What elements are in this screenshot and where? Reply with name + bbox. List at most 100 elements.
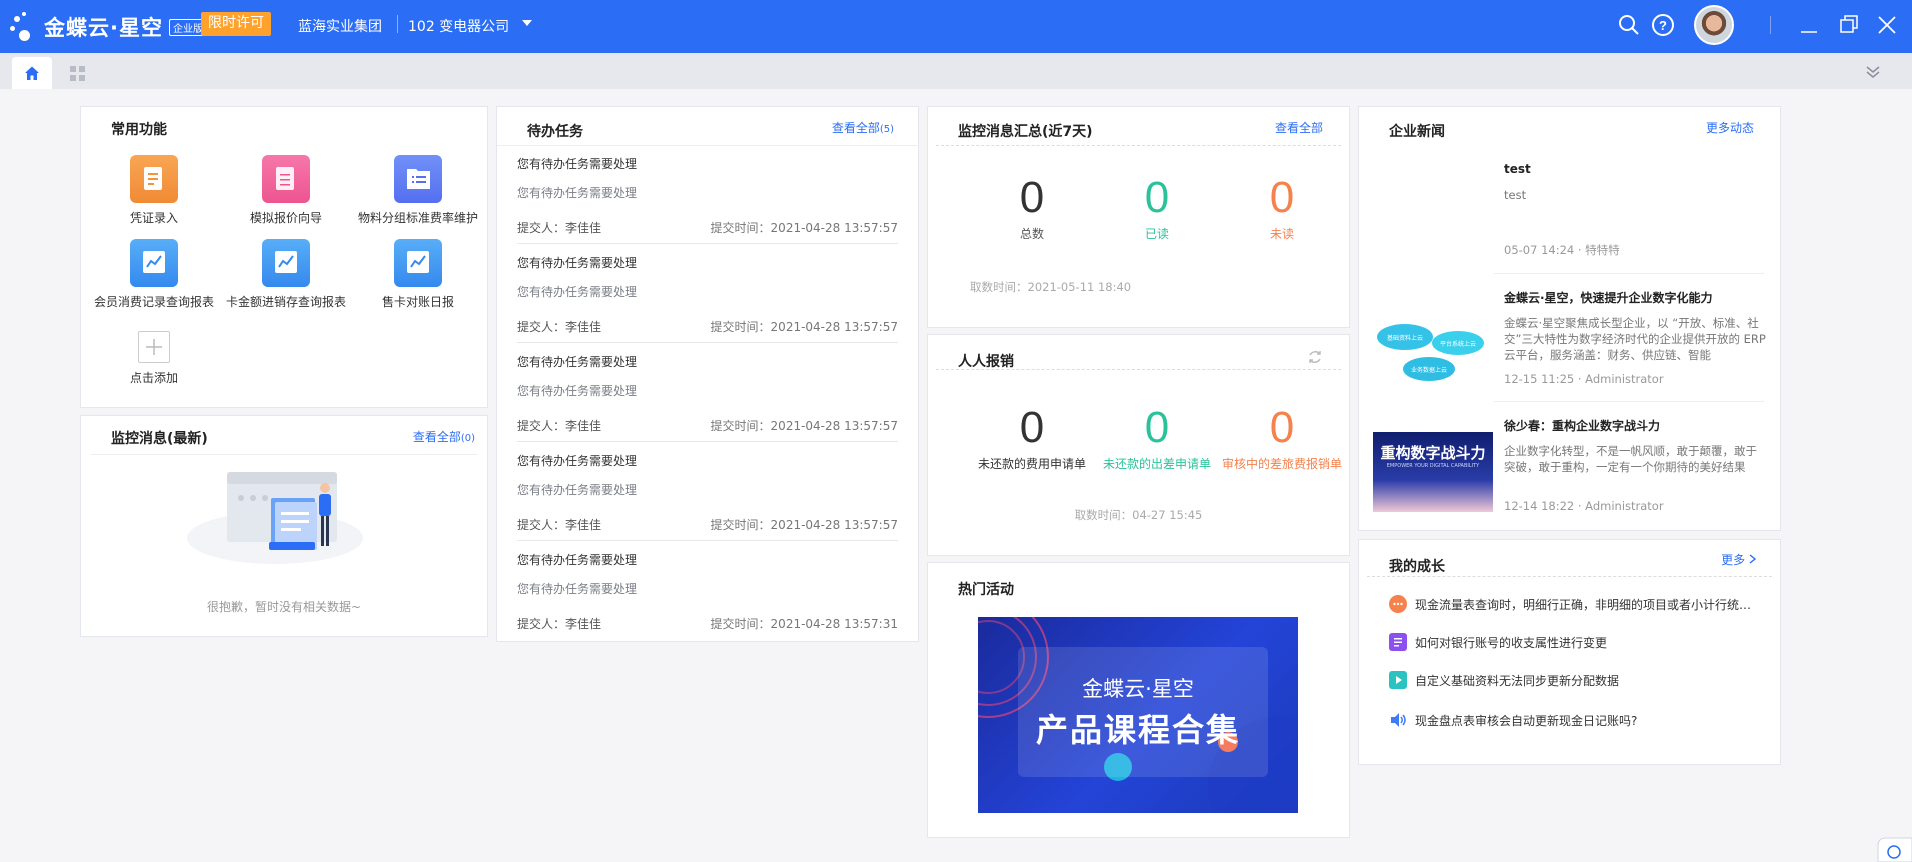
view-all-count: (0) [460,433,475,444]
task-subtitle: 您有待办任务需要处理 [517,582,638,596]
function-card-inventory-report[interactable]: 卡金额进销存查询报表 [221,239,351,310]
float-assistant-icon[interactable] [1874,836,1912,862]
view-all-link[interactable]: 查看全部 [1275,119,1323,136]
function-label: 点击添加 [129,371,178,385]
view-all-link[interactable]: 查看全部(0) [413,428,475,445]
banner-line2: 产品课程合集 [1035,711,1240,749]
task-meta: 提交人：李佳佳 提交时间：2021-04-28 13:57:31 [517,615,898,632]
chart-icon [130,239,178,287]
more-label: 更多 [1721,553,1746,567]
task-submitter: 提交人：李佳佳 [517,518,602,532]
refresh-icon[interactable] [1307,349,1323,365]
divider [397,15,398,33]
news-thumbnail[interactable]: 重构数字战斗力 EMPOWER YOUR DIGITAL CAPABILITY [1373,432,1493,512]
add-function-button[interactable]: 点击添加 [89,323,219,386]
news-title[interactable]: 金蝶云·星空，快速提升企业数字化能力 [1504,289,1713,306]
unread-count[interactable]: 0 [1222,173,1342,223]
read-count[interactable]: 0 [1097,173,1217,223]
task-title[interactable]: 您有待办任务需要处理 [517,452,637,469]
task-subtitle: 您有待办任务需要处理 [517,384,638,398]
task-title[interactable]: 您有待办任务需要处理 [517,551,637,568]
org-selector[interactable]: 蓝海实业集团 [298,16,382,36]
document-icon [262,155,310,203]
restore-icon[interactable] [1836,12,1862,38]
logo-mark [10,10,42,44]
stat-value: 0 [1019,173,1045,222]
view-all-label: 查看全部 [831,121,880,135]
empty-message: 很抱歉，暂时没有相关数据~ [206,600,362,614]
monitor-summary-card: 监控消息汇总(近7天) 查看全部 0 总数 0 已读 0 未读 取数时间：202… [927,106,1350,328]
divider [517,441,898,442]
collapse-icon[interactable] [1866,65,1880,79]
view-all-link[interactable]: 查看全部(5) [832,119,894,136]
news-meta: 12-15 11:25 · Administrator [1504,372,1664,386]
stat-value: 0 [1144,403,1170,452]
growth-item[interactable]: 如何对银行账号的收支属性进行变更 [1389,633,1607,651]
function-member-report[interactable]: 会员消费记录查询报表 [89,239,219,310]
avatar[interactable] [1694,5,1734,45]
minimize-icon[interactable] [1796,12,1822,38]
growth-item[interactable]: 自定义基础资料无法同步更新分配数据 [1389,671,1619,689]
banner-line1: 金蝶云·星空 [1082,677,1194,701]
divider [517,540,898,541]
task-submitter: 提交人：李佳佳 [517,320,602,334]
activity-banner[interactable]: 金蝶云·星空 产品课程合集 [978,617,1298,813]
video-icon [1389,671,1407,689]
divider [936,145,1341,146]
company-selector[interactable]: 102 变电器公司 [408,16,509,36]
task-time: 提交时间：2021-04-28 13:57:31 [710,617,898,631]
top-bar: 金蝶云·星空 企业版 限时许可 蓝海实业集团 102 变电器公司 ? [0,0,1912,53]
news-thumbnail[interactable]: 基础资料上云 平台系统上云 业务数据上云 [1373,293,1493,393]
unread-label: 未读 [1269,227,1294,241]
function-voucher-entry[interactable]: 凭证录入 [89,155,219,226]
growth-item[interactable]: 现金流量表查询时，明细行正确，非明细的项目或者小计行统… [1389,595,1751,613]
news-title[interactable]: test [1504,162,1531,176]
stat-value: 0 [1269,173,1295,222]
news-desc: 企业数字化转型，不是一帆风顺，敢于颠覆，敢于突破，敢于重构，一定有一个你期待的美… [1504,444,1757,474]
more-news-link[interactable]: 更多动态 [1706,119,1754,136]
travel-reviewing-count[interactable]: 0 [1222,403,1342,453]
svg-text:平台系统上云: 平台系统上云 [1440,340,1476,348]
news-meta: 05-07 14:24 · 特特特 [1504,243,1620,257]
news-title[interactable]: 徐少春：重构企业数字战斗力 [1504,417,1660,434]
tab-home[interactable] [12,57,52,89]
card-title: 人人报销 [958,354,1014,370]
function-material-rate[interactable]: 物料分组标准费率维护 [353,155,483,226]
thumbnail-subtitle: EMPOWER YOUR DIGITAL CAPABILITY [1386,463,1480,469]
search-icon[interactable] [1616,12,1642,38]
logo[interactable]: 金蝶云·星空 企业版 [10,10,207,44]
expense-unpaid-count[interactable]: 0 [972,403,1092,453]
stat-value: 0 [1019,403,1045,452]
chart-icon [394,239,442,287]
audio-icon [1389,711,1407,729]
close-icon[interactable] [1874,12,1900,38]
function-card-daily-report[interactable]: 售卡对账日报 [353,239,483,310]
function-quote-wizard[interactable]: 模拟报价向导 [221,155,351,226]
more-growth-link[interactable]: 更多 [1721,551,1757,568]
chevron-down-icon[interactable] [522,20,532,26]
news-desc: 金蝶云·星空聚焦成长型企业，以 “开放、标准、社交”三大特性为数字经济时代的企业… [1504,316,1766,362]
card-title: 企业新闻 [1389,124,1445,140]
view-all-label: 查看全部 [412,430,461,444]
trip-unpaid-count[interactable]: 0 [1097,403,1217,453]
task-title[interactable]: 您有待办任务需要处理 [517,254,637,271]
divider [1494,273,1764,274]
growth-item-text: 现金流量表查询时，明细行正确，非明细的项目或者小计行统… [1415,597,1752,612]
task-submitter: 提交人：李佳佳 [517,617,602,631]
news-card: 企业新闻 更多动态 test test 05-07 14:24 · 特特特 基础… [1358,106,1781,531]
task-submitter: 提交人：李佳佳 [517,221,602,235]
function-label: 物料分组标准费率维护 [357,211,478,225]
divider [1494,401,1764,402]
task-time: 提交时间：2021-04-28 13:57:57 [710,419,898,433]
help-icon[interactable]: ? [1650,12,1676,38]
growth-card: 我的成长 更多 现金流量表查询时，明细行正确，非明细的项目或者小计行统… 如何对… [1358,539,1781,765]
grid-icon[interactable] [70,66,85,81]
growth-item[interactable]: 现金盘点表审核会自动更新现金日记账吗? [1389,711,1637,729]
task-title[interactable]: 您有待办任务需要处理 [517,155,637,172]
growth-item-text: 现金盘点表审核会自动更新现金日记账吗? [1415,713,1638,728]
license-badge[interactable]: 限时许可 [201,12,271,36]
task-submitter: 提交人：李佳佳 [517,419,602,433]
function-label: 卡金额进销存查询报表 [225,295,346,309]
task-title[interactable]: 您有待办任务需要处理 [517,353,637,370]
view-all-count: (5) [879,124,894,135]
